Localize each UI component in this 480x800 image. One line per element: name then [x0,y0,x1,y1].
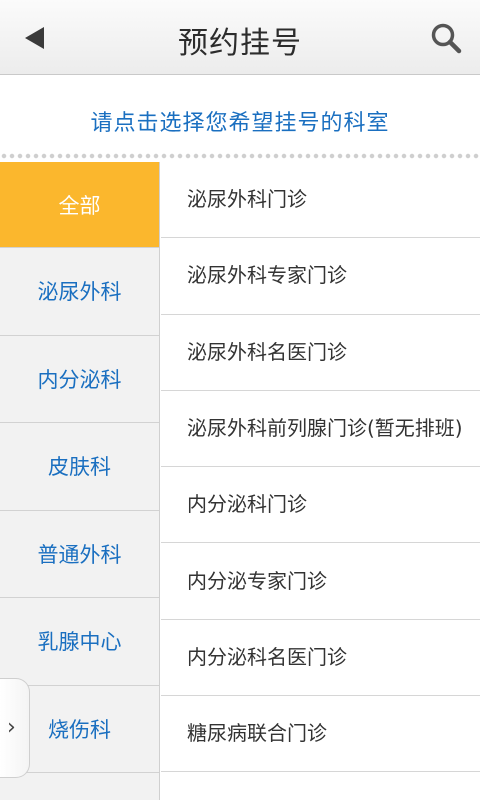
department-item[interactable]: 内分泌科名医门诊 [161,620,480,697]
instruction-bar: 请点击选择您希望挂号的科室 [0,76,480,160]
department-item[interactable]: 糖尿病联合门诊 [161,696,480,773]
department-item[interactable]: 内分泌专家门诊 [161,543,480,620]
page-title: 预约挂号 [178,26,302,61]
instruction-text: 请点击选择您希望挂号的科室 [90,111,390,136]
category-item-breast-center[interactable]: 乳腺中心 [0,598,159,686]
search-button[interactable] [420,12,470,62]
category-item-endocrinology[interactable]: 内分泌科 [0,336,159,423]
top-bar: 预约挂号 [0,0,480,75]
category-item-all[interactable]: 全部 [0,162,159,248]
category-item-urology[interactable]: 泌尿外科 [0,248,159,336]
department-item[interactable]: 泌尿外科专家门诊 [161,238,480,315]
department-item[interactable]: 内分泌科门诊 [161,467,480,544]
department-item[interactable]: 泌尿外科前列腺门诊(暂无排班) [161,391,480,468]
category-item-general-surgery[interactable]: 普通外科 [0,511,159,598]
department-item[interactable]: 泌尿外科名医门诊 [161,315,480,391]
side-drawer-handle[interactable]: › [0,678,30,778]
department-list: 泌尿外科门诊 泌尿外科专家门诊 泌尿外科名医门诊 泌尿外科前列腺门诊(暂无排班)… [161,162,480,800]
search-icon [431,23,462,54]
category-item-dermatology[interactable]: 皮肤科 [0,423,159,511]
chevron-right-icon: › [7,715,16,740]
dotted-divider [0,152,480,162]
department-item[interactable]: 泌尿外科门诊 [161,162,480,239]
